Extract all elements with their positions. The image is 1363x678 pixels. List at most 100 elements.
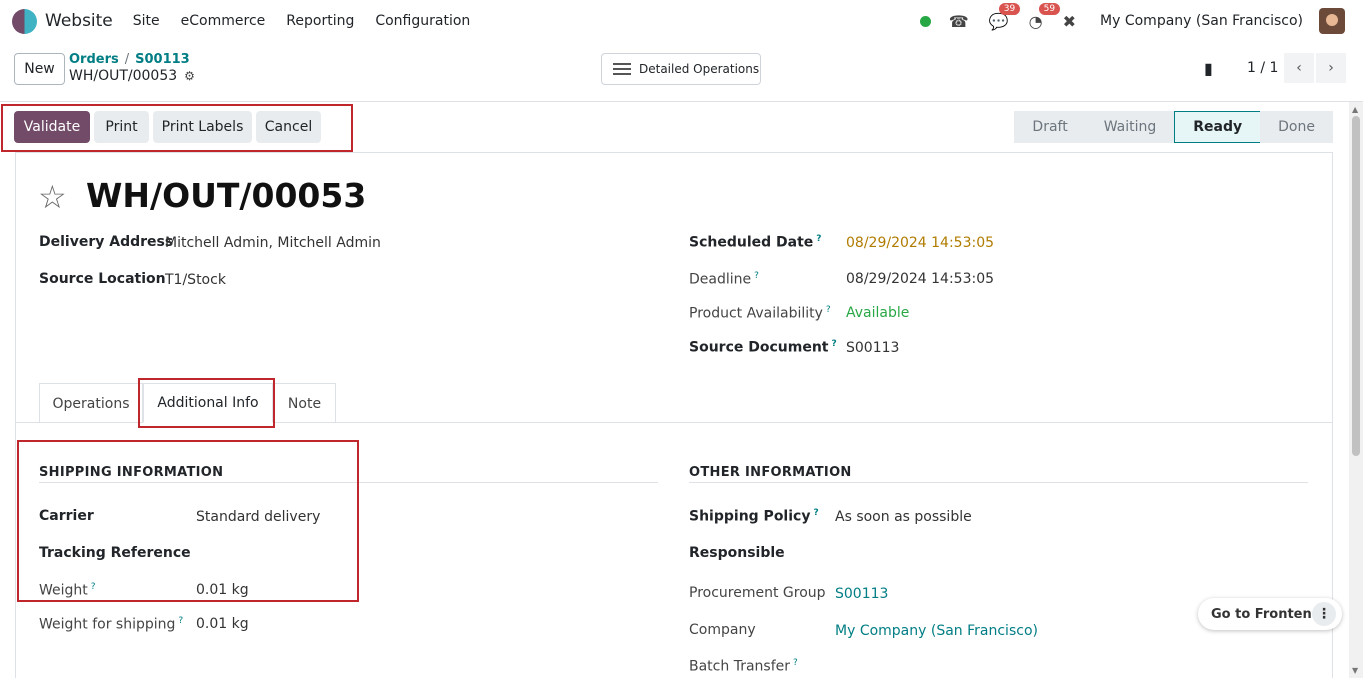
product-availability-label-text: Product Availability	[689, 305, 823, 322]
help-icon[interactable]: ?	[793, 658, 798, 668]
bookmark-icon[interactable]: ▮	[1204, 59, 1213, 78]
tab-note[interactable]: Note	[273, 383, 336, 423]
breadcrumb-orders[interactable]: Orders	[69, 52, 119, 67]
kebab-menu-icon[interactable]: ⋮	[1312, 602, 1336, 626]
status-done[interactable]: Done	[1260, 111, 1333, 143]
chat-badge: 39	[998, 2, 1021, 15]
action-bar: Validate Print Print Labels Cancel Draft…	[0, 102, 1349, 152]
star-icon[interactable]: ☆	[38, 178, 67, 216]
detailed-operations-label: Detailed Operations	[639, 62, 760, 76]
brand-name: Website	[45, 11, 113, 31]
status-bar: Draft Waiting Ready Done	[1014, 111, 1333, 143]
scrollbar-thumb[interactable]	[1352, 116, 1360, 456]
menu-ecommerce[interactable]: eCommerce	[181, 13, 266, 29]
shipping-policy-label: Shipping Policy?	[689, 508, 819, 525]
go-to-frontend-button[interactable]: Go to Frontend ⋮	[1198, 598, 1342, 630]
scheduled-date-value[interactable]: 08/29/2024 14:53:05	[846, 235, 994, 251]
scrollbar[interactable]: ▲ ▼	[1349, 102, 1363, 678]
help-icon[interactable]: ?	[816, 234, 821, 244]
menu-configuration[interactable]: Configuration	[375, 13, 470, 29]
menu-reporting[interactable]: Reporting	[286, 13, 354, 29]
help-icon[interactable]: ?	[178, 616, 183, 626]
shipping-policy-value[interactable]: As soon as possible	[835, 509, 972, 525]
batch-transfer-label: Batch Transfer?	[689, 658, 798, 675]
pager-previous-button[interactable]: ‹	[1284, 53, 1314, 83]
weight-unit: kg	[231, 582, 249, 598]
pager-value[interactable]: 1 / 1	[1247, 60, 1278, 76]
delivery-address-label: Delivery Address	[39, 234, 174, 250]
status-waiting[interactable]: Waiting	[1085, 111, 1175, 143]
source-document-value[interactable]: S00113	[846, 340, 899, 356]
gear-icon[interactable]: ⚙	[184, 69, 195, 83]
delivery-address-value[interactable]: Mitchell Admin, Mitchell Admin	[165, 235, 381, 251]
list-icon	[613, 60, 631, 78]
help-icon[interactable]: ?	[826, 305, 831, 315]
scheduled-date-label-text: Scheduled Date	[689, 234, 814, 251]
debug-tools-icon[interactable]: ✖	[1063, 12, 1076, 31]
record-title: WH/OUT/00053	[86, 176, 367, 215]
breadcrumb: Orders / S00113	[69, 52, 190, 67]
activity-badge: 59	[1038, 2, 1061, 15]
print-labels-button[interactable]: Print Labels	[153, 111, 252, 143]
deadline-label: Deadline?	[689, 271, 759, 288]
deadline-label-text: Deadline	[689, 271, 752, 288]
phone-icon[interactable]: ☎	[949, 12, 969, 31]
source-document-label-text: Source Document	[689, 339, 829, 356]
status-draft[interactable]: Draft	[1014, 111, 1086, 143]
procurement-group-link[interactable]: S00113	[835, 586, 888, 602]
tab-additional-info[interactable]: Additional Info	[143, 383, 273, 423]
control-panel: New Orders / S00113 WH/OUT/00053 ⚙ Detaile…	[0, 42, 1363, 102]
other-divider	[689, 482, 1308, 483]
new-button[interactable]: New	[14, 53, 65, 85]
activity-clock-icon[interactable]: ◔ 59	[1029, 2, 1061, 31]
chat-icon[interactable]: 💬 39	[989, 2, 1021, 31]
weight-for-shipping-value[interactable]: 0.01 kg	[196, 616, 249, 632]
carrier-value[interactable]: Standard delivery	[196, 509, 320, 525]
shipping-info-heading: SHIPPING INFORMATION	[39, 465, 224, 480]
help-icon[interactable]: ?	[91, 582, 96, 592]
product-availability-value: Available	[846, 305, 910, 321]
tracking-reference-label: Tracking Reference	[39, 545, 191, 561]
weight-for-shipping-number: 0.01	[196, 616, 228, 632]
pager-next-button[interactable]: ›	[1316, 53, 1346, 83]
weight-label: Weight?	[39, 582, 96, 599]
weight-label-text: Weight	[39, 582, 88, 599]
breadcrumb-separator: /	[124, 52, 130, 67]
procurement-group-label: Procurement Group	[689, 585, 826, 601]
responsible-label: Responsible	[689, 545, 785, 561]
scheduled-date-label: Scheduled Date?	[689, 234, 822, 251]
help-icon[interactable]: ?	[832, 339, 837, 349]
cancel-button[interactable]: Cancel	[256, 111, 321, 143]
status-ready[interactable]: Ready	[1174, 111, 1261, 143]
company-label: Company	[689, 622, 756, 638]
help-icon[interactable]: ?	[754, 271, 759, 281]
website-app-icon	[12, 8, 37, 34]
help-icon[interactable]: ?	[813, 508, 818, 518]
tab-operations[interactable]: Operations	[39, 383, 143, 423]
source-location-value[interactable]: T1/Stock	[165, 272, 226, 288]
app-brand[interactable]: Website	[12, 8, 113, 34]
weight-for-shipping-unit: kg	[231, 616, 249, 632]
deadline-value[interactable]: 08/29/2024 14:53:05	[846, 271, 994, 287]
company-switcher[interactable]: My Company (San Francisco)	[1100, 13, 1303, 29]
notebook-tabs: Operations Additional Info Note	[15, 383, 1333, 423]
print-button[interactable]: Print	[94, 111, 149, 143]
scroll-down-icon[interactable]: ▼	[1352, 666, 1358, 675]
record-name-row: WH/OUT/00053 ⚙	[69, 68, 195, 84]
menu-site[interactable]: Site	[133, 13, 160, 29]
company-link[interactable]: My Company (San Francisco)	[835, 623, 1038, 639]
batch-transfer-label-text: Batch Transfer	[689, 658, 790, 675]
breadcrumb-sale-order[interactable]: S00113	[135, 52, 190, 67]
scroll-up-icon[interactable]: ▲	[1352, 105, 1358, 114]
product-availability-label: Product Availability?	[689, 305, 831, 322]
go-to-frontend-label: Go to Frontend	[1211, 606, 1322, 622]
carrier-label: Carrier	[39, 508, 94, 524]
detailed-operations-button[interactable]: Detailed Operations	[601, 53, 761, 85]
validate-button[interactable]: Validate	[14, 111, 90, 143]
user-avatar[interactable]	[1319, 8, 1345, 34]
top-navbar: Website Site eCommerce Reporting Configu…	[0, 0, 1363, 42]
weight-for-shipping-label: Weight for shipping?	[39, 616, 183, 633]
presence-status-icon[interactable]	[919, 15, 931, 27]
source-document-label: Source Document?	[689, 339, 837, 356]
weight-value[interactable]: 0.01 kg	[196, 582, 249, 598]
